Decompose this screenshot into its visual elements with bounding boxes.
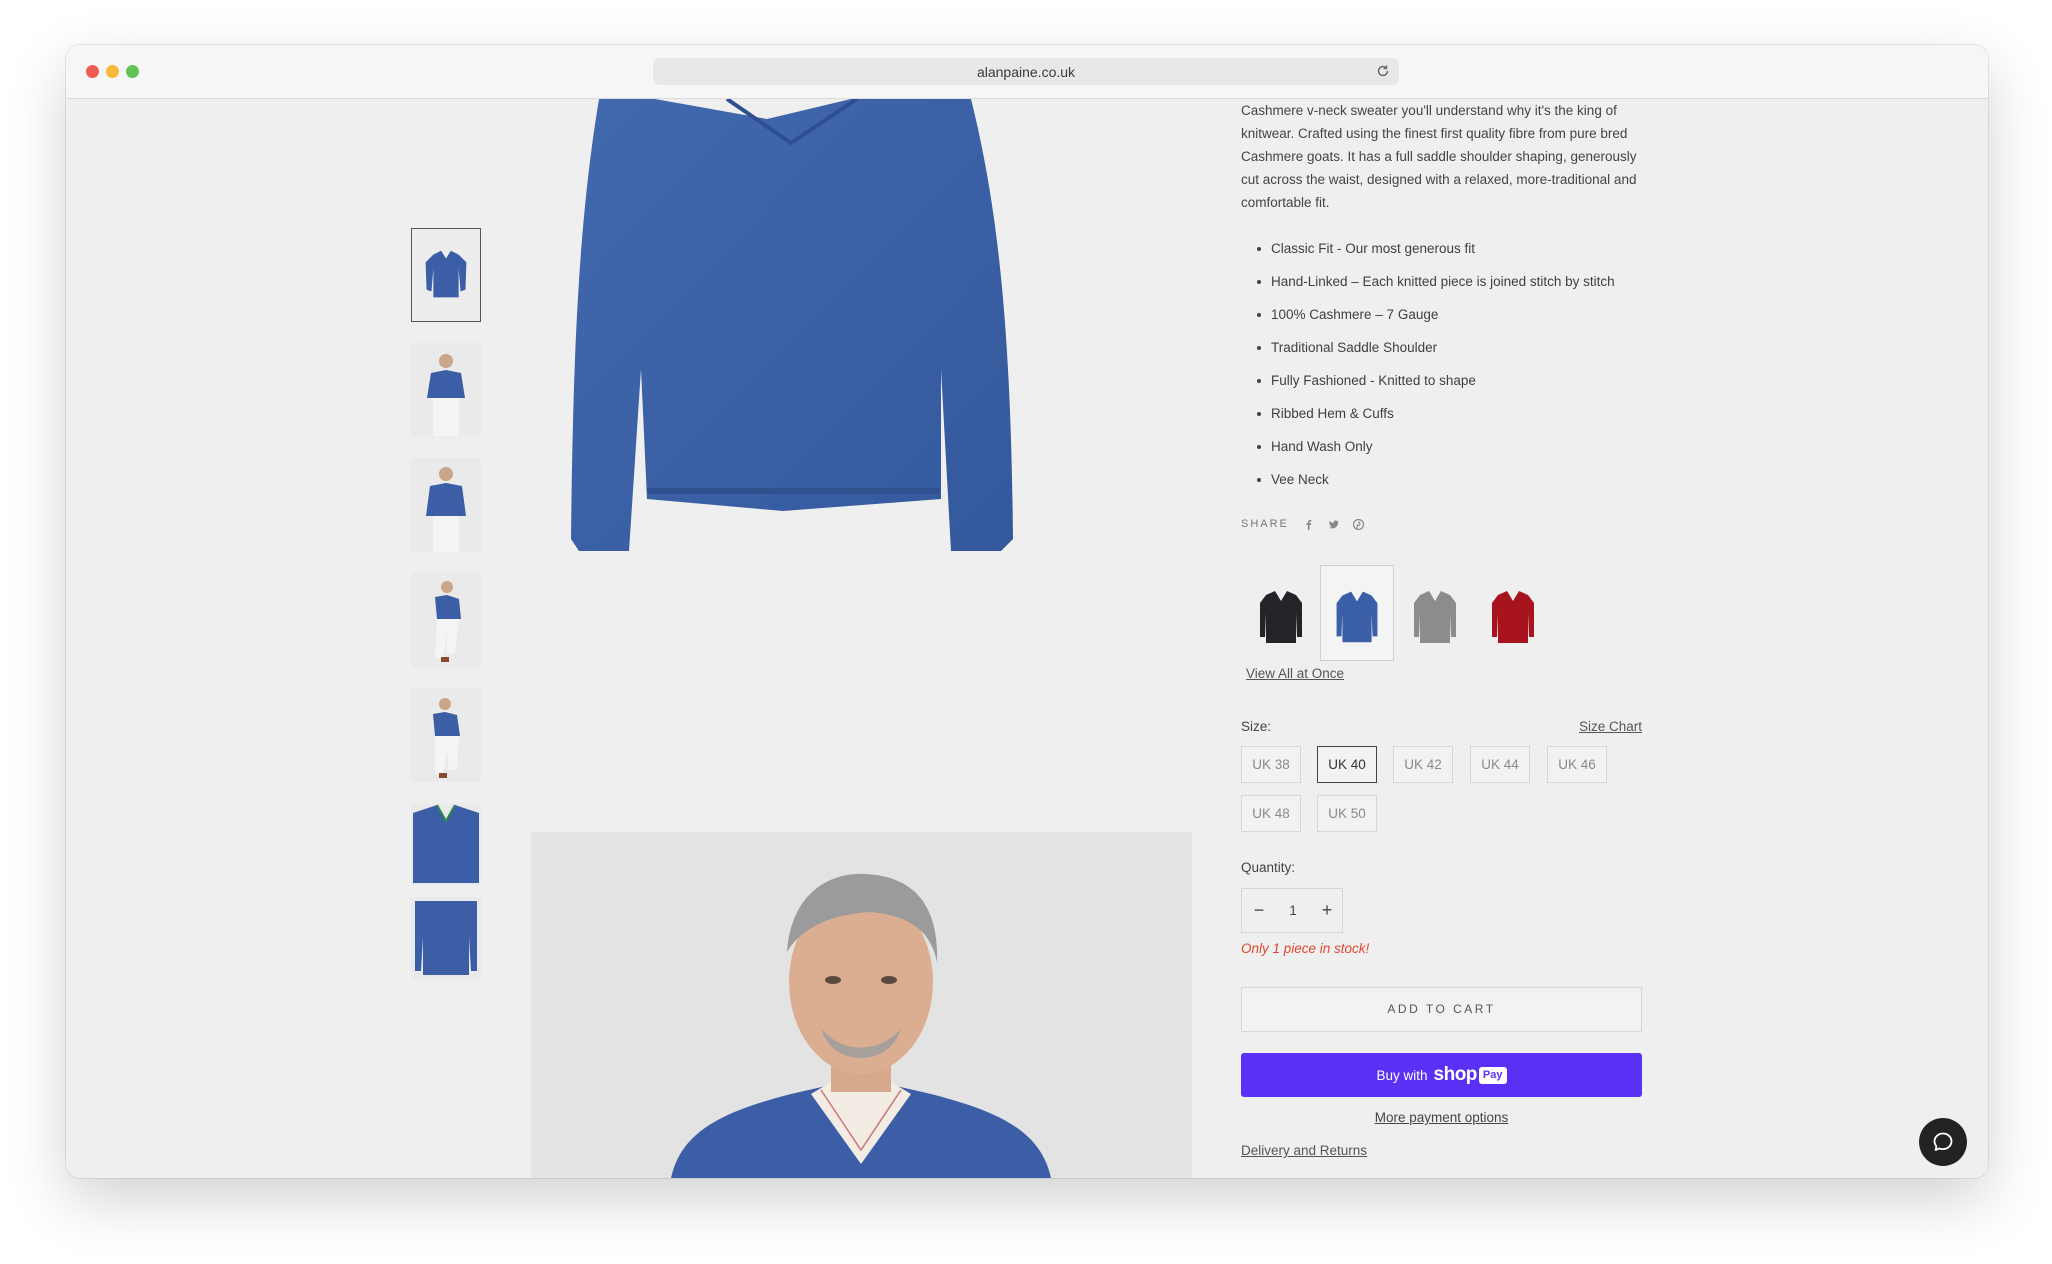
- shop-logo: shop: [1433, 1064, 1478, 1085]
- sweater-icon: [415, 901, 477, 975]
- size-option[interactable]: UK 44: [1470, 746, 1530, 783]
- sweater-icon: [1336, 591, 1378, 643]
- sweater-icon: [1414, 591, 1456, 643]
- feature-item: 100% Cashmere – 7 Gauge: [1257, 305, 1642, 338]
- thumbnail-model-pose[interactable]: [411, 458, 481, 552]
- zoom-window-button[interactable]: [126, 65, 139, 78]
- color-swatch-black[interactable]: [1244, 565, 1318, 661]
- chat-button[interactable]: [1919, 1118, 1967, 1166]
- size-label: Size:: [1241, 719, 1272, 734]
- sweater-icon: [1260, 591, 1302, 643]
- model-icon: [435, 581, 461, 662]
- share-label: SHARE: [1241, 518, 1289, 530]
- model-icon: [426, 467, 466, 552]
- buy-with-label: Buy with: [1376, 1068, 1428, 1083]
- pinterest-icon[interactable]: [1352, 518, 1364, 530]
- feature-item: Hand Wash Only: [1257, 437, 1642, 470]
- size-option[interactable]: UK 38: [1241, 746, 1301, 783]
- sweater-icon: [425, 250, 467, 298]
- feature-item: Traditional Saddle Shoulder: [1257, 338, 1642, 371]
- thumbnail-sweater-back[interactable]: [411, 897, 481, 979]
- sweater-icon: [413, 804, 479, 883]
- delivery-returns-link[interactable]: Delivery and Returns: [1241, 1143, 1367, 1158]
- feature-item: Vee Neck: [1257, 470, 1642, 503]
- minimize-window-button[interactable]: [106, 65, 119, 78]
- pay-badge: Pay: [1478, 1067, 1507, 1084]
- size-chart-link[interactable]: Size Chart: [1579, 719, 1642, 734]
- more-payment-options-link[interactable]: More payment options: [1241, 1110, 1642, 1125]
- sweater-icon: [1492, 591, 1534, 643]
- quantity-stepper: − 1 +: [1241, 888, 1343, 933]
- model-photo: [531, 832, 1192, 1178]
- size-option[interactable]: UK 42: [1393, 746, 1453, 783]
- model-icon: [427, 354, 465, 436]
- color-swatch-red[interactable]: [1476, 565, 1550, 661]
- facebook-icon[interactable]: [1303, 519, 1314, 530]
- main-product-image: [531, 99, 1191, 599]
- quantity-decrease-button[interactable]: −: [1242, 889, 1276, 932]
- sweater-image: [571, 99, 1013, 551]
- feature-list: Classic Fit - Our most generous fit Hand…: [1257, 239, 1642, 503]
- feature-item: Ribbed Hem & Cuffs: [1257, 404, 1642, 437]
- reload-icon[interactable]: [1375, 63, 1391, 79]
- thumbnail-sweater-front[interactable]: [411, 228, 481, 322]
- browser-titlebar: alanpaine.co.uk: [66, 45, 1988, 99]
- model-icon: [433, 698, 460, 778]
- browser-window: alanpaine.co.uk Cashmere v-neck sweater …: [66, 45, 1988, 1178]
- feature-item: Fully Fashioned - Knitted to shape: [1257, 371, 1642, 404]
- quantity-label: Quantity:: [1241, 860, 1296, 875]
- add-to-cart-button[interactable]: ADD TO CART: [1241, 987, 1642, 1032]
- share-row: SHARE: [1241, 514, 1364, 534]
- color-swatch-grey[interactable]: [1398, 565, 1472, 661]
- quantity-increase-button[interactable]: +: [1310, 889, 1344, 932]
- thumbnail-model-seated-2[interactable]: [411, 688, 481, 782]
- thumbnail-sweater-folded[interactable]: [411, 803, 481, 885]
- size-option-selected[interactable]: UK 40: [1317, 746, 1377, 783]
- close-window-button[interactable]: [86, 65, 99, 78]
- stock-warning: Only 1 piece in stock!: [1241, 941, 1370, 956]
- size-option[interactable]: UK 50: [1317, 795, 1377, 832]
- model-portrait-image: [531, 832, 1192, 1178]
- page-viewport: Cashmere v-neck sweater you'll understan…: [66, 99, 1988, 1178]
- size-option[interactable]: UK 46: [1547, 746, 1607, 783]
- thumbnail-model-seated[interactable]: [411, 573, 481, 667]
- quantity-input[interactable]: 1: [1276, 889, 1310, 932]
- view-all-link[interactable]: View All at Once: [1246, 666, 1344, 681]
- thumbnail-model-standing[interactable]: [411, 343, 481, 437]
- url-text: alanpaine.co.uk: [976, 64, 1076, 80]
- size-option[interactable]: UK 48: [1241, 795, 1301, 832]
- chat-bubble-icon: [1933, 1132, 1953, 1151]
- address-bar[interactable]: alanpaine.co.uk: [653, 58, 1399, 85]
- feature-item: Classic Fit - Our most generous fit: [1257, 239, 1642, 272]
- product-description: Cashmere v-neck sweater you'll understan…: [1241, 103, 1637, 210]
- buy-with-shop-pay-button[interactable]: Buy with shop Pay: [1241, 1053, 1642, 1097]
- twitter-icon[interactable]: [1328, 519, 1339, 530]
- color-swatch-blue[interactable]: [1320, 565, 1394, 661]
- feature-item: Hand-Linked – Each knitted piece is join…: [1257, 272, 1642, 305]
